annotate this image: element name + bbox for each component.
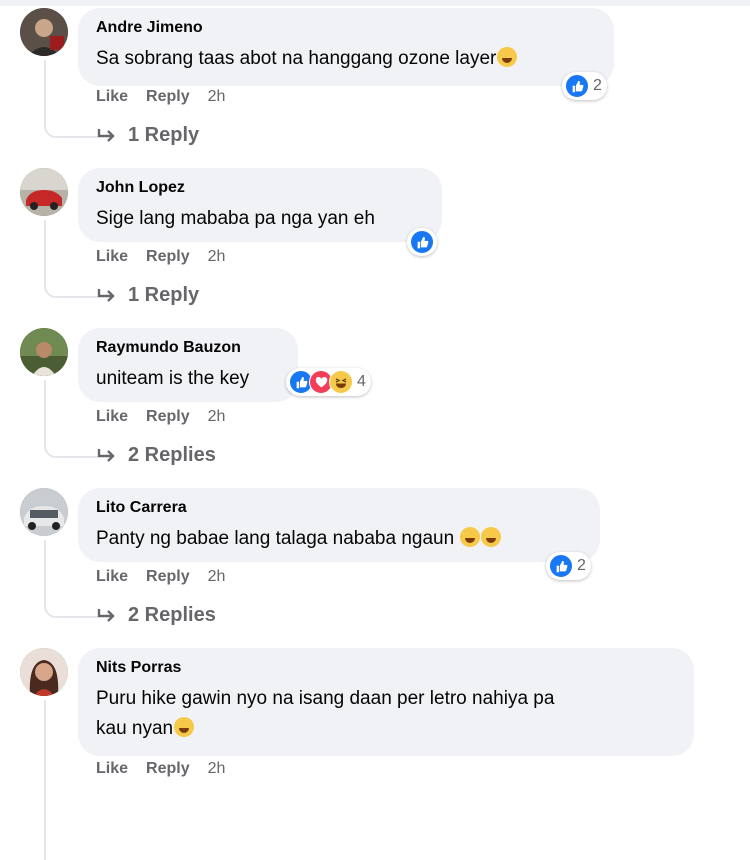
like-button[interactable]: Like (96, 88, 128, 106)
reactions-summary[interactable] (407, 228, 437, 256)
comment-text-line: Puru hike gawin nyo na isang daan per le… (96, 688, 555, 709)
like-button[interactable]: Like (96, 408, 128, 426)
comment-bubble: Nits Porras Puru hike gawin nyo na isang… (78, 648, 694, 756)
comment-text: Panty ng babae lang talaga nababa ngaun (96, 524, 582, 554)
comment-time[interactable]: 2h (208, 568, 226, 586)
comment-author[interactable]: John Lopez (96, 178, 424, 198)
comment-bubble: Raymundo Bauzon uniteam is the key (78, 328, 298, 402)
comment-bubble: Andre Jimeno Sa sobrang taas abot na han… (78, 8, 614, 86)
comment-text-content: kau nyan (96, 718, 174, 739)
replies-count-label[interactable]: 2 Replies (128, 604, 216, 627)
comment-time[interactable]: 2h (208, 408, 226, 426)
comment-text: Sa sobrang taas abot na hanggang ozone l… (96, 44, 596, 74)
avatar[interactable] (20, 168, 68, 216)
like-button[interactable]: Like (96, 568, 128, 586)
comment-text: Sige lang mababa pa nga yan eh (96, 208, 375, 229)
reactions-summary[interactable]: 4 (286, 368, 371, 396)
like-icon (410, 230, 434, 254)
rolling-laughing-emoji-icon (497, 47, 518, 67)
top-divider (0, 0, 750, 6)
comment-author[interactable]: Lito Carrera (96, 498, 582, 518)
view-replies-link[interactable]: 1 Reply (96, 124, 199, 147)
like-icon (549, 554, 573, 578)
like-button[interactable]: Like (96, 248, 128, 266)
comment-text-line: kau nyan (96, 714, 676, 744)
comment-time[interactable]: 2h (208, 248, 226, 266)
avatar[interactable] (20, 488, 68, 536)
reply-arrow-icon (97, 608, 115, 622)
reply-button[interactable]: Reply (146, 248, 190, 266)
like-icon (565, 74, 589, 98)
reply-button[interactable]: Reply (146, 408, 190, 426)
reaction-count: 2 (577, 557, 586, 574)
rolling-laughing-emoji-icon (174, 717, 195, 737)
comment-author[interactable]: Andre Jimeno (96, 18, 596, 38)
comment-text-content: Panty ng babae lang talaga nababa ngaun (96, 528, 455, 549)
comment-text: Puru hike gawin nyo na isang daan per le… (96, 684, 676, 744)
reply-button[interactable]: Reply (146, 760, 190, 778)
reactions-summary[interactable]: 2 (562, 72, 607, 100)
comment-time[interactable]: 2h (208, 88, 226, 106)
avatar[interactable] (20, 648, 68, 696)
like-button[interactable]: Like (96, 760, 128, 778)
haha-icon (329, 370, 353, 394)
comment-actions: Like Reply 2h (96, 760, 225, 778)
reaction-count: 2 (593, 77, 602, 94)
comment-bubble: Lito Carrera Panty ng babae lang talaga … (78, 488, 600, 562)
reactions-summary[interactable]: 2 (546, 552, 591, 580)
comment-actions: Like Reply 2h (96, 248, 225, 266)
view-replies-link[interactable]: 2 Replies (96, 604, 216, 627)
comment-author[interactable]: Raymundo Bauzon (96, 338, 280, 358)
comment-actions: Like Reply 2h (96, 408, 225, 426)
grinning-emoji-icon (460, 527, 481, 547)
comment-author[interactable]: Nits Porras (96, 658, 676, 678)
comment-text: uniteam is the key (96, 368, 250, 389)
reply-arrow-icon (97, 128, 115, 142)
avatar[interactable] (20, 328, 68, 376)
replies-count-label[interactable]: 1 Reply (128, 124, 199, 147)
comment-actions: Like Reply 2h (96, 568, 225, 586)
comment-bubble: John Lopez Sige lang mababa pa nga yan e… (78, 168, 442, 242)
reply-button[interactable]: Reply (146, 88, 190, 106)
reply-arrow-icon (97, 288, 115, 302)
comment-time[interactable]: 2h (208, 760, 226, 778)
reaction-count: 4 (357, 373, 366, 390)
avatar[interactable] (20, 8, 68, 56)
replies-count-label[interactable]: 2 Replies (128, 444, 216, 467)
replies-count-label[interactable]: 1 Reply (128, 284, 199, 307)
reply-button[interactable]: Reply (146, 568, 190, 586)
rolling-laughing-emoji-icon (481, 527, 502, 547)
comment-text-content: Sa sobrang taas abot na hanggang ozone l… (96, 48, 497, 69)
comment-actions: Like Reply 2h (96, 88, 225, 106)
view-replies-link[interactable]: 2 Replies (96, 444, 216, 467)
reply-arrow-icon (97, 448, 115, 462)
view-replies-link[interactable]: 1 Reply (96, 284, 199, 307)
